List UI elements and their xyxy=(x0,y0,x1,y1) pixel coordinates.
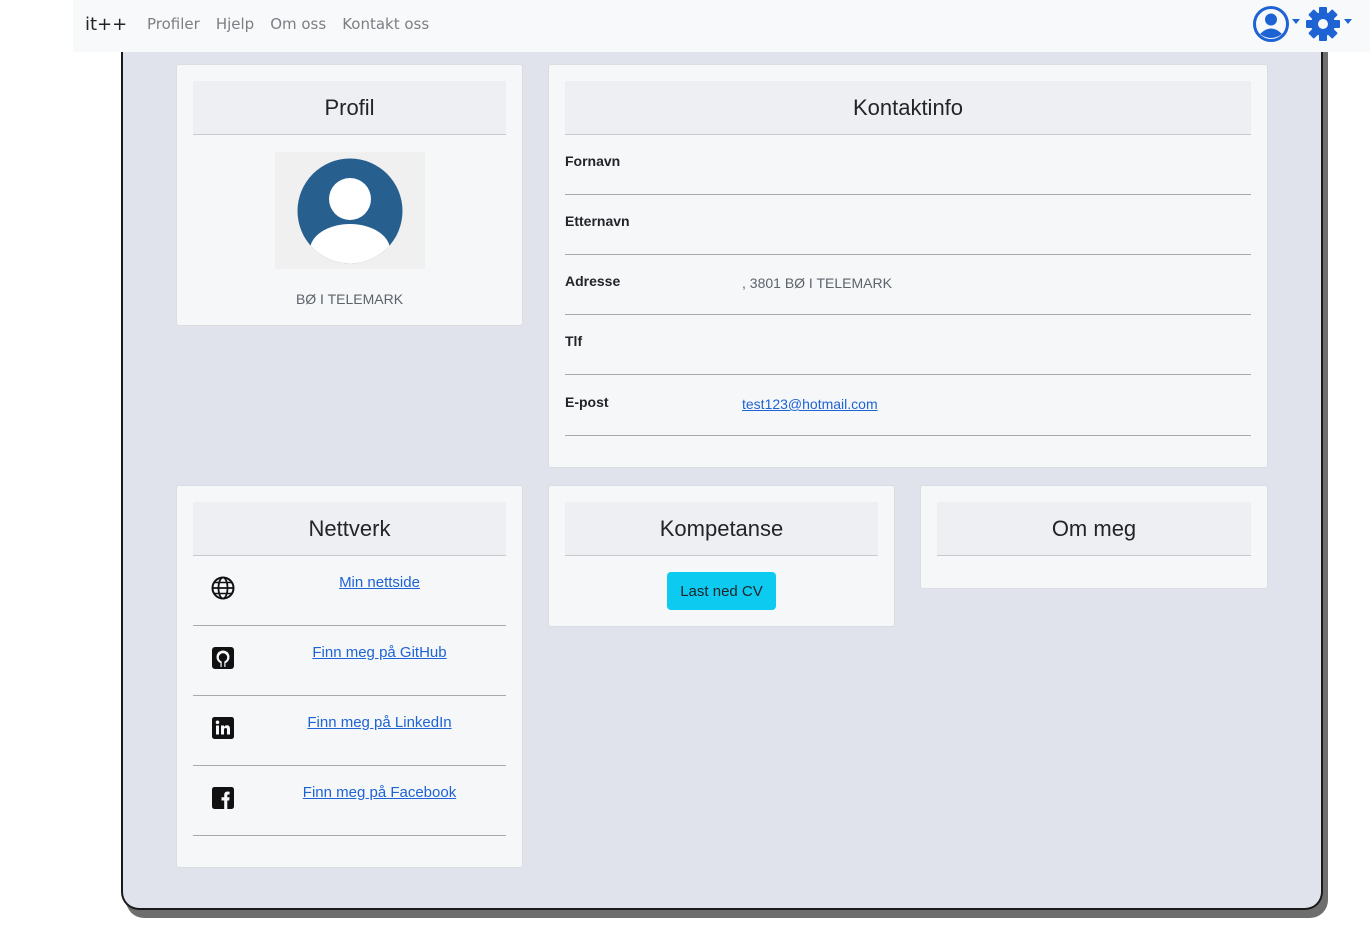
kompetanse-card: Kompetanse Last ned CV xyxy=(548,485,895,627)
nav-link-hjelp[interactable]: Hjelp xyxy=(216,15,254,33)
contact-label: Adresse xyxy=(565,273,621,289)
contact-value: , 3801 BØ I TELEMARK xyxy=(742,275,892,291)
kompetanse-title: Kompetanse xyxy=(659,515,784,541)
top-navbar: it++ Profiler Hjelp Om oss Kontakt oss xyxy=(73,0,1370,52)
download-cv-button[interactable]: Last ned CV xyxy=(667,572,776,610)
contact-label: E-post xyxy=(565,394,609,410)
nav-link-kontakt-oss[interactable]: Kontakt oss xyxy=(342,15,429,33)
chevron-down-icon xyxy=(1344,18,1352,24)
linkedin-link[interactable]: Finn meg på LinkedIn xyxy=(253,714,506,731)
kontaktinfo-title: Kontaktinfo xyxy=(852,94,964,120)
nav-link-om-oss[interactable]: Om oss xyxy=(270,15,326,33)
gear-icon xyxy=(1306,7,1340,41)
website-link[interactable]: Min nettside xyxy=(253,574,506,591)
nettverk-card: Nettverk Min nettside Finn meg på GitHub xyxy=(176,485,523,868)
om-meg-card: Om meg xyxy=(920,485,1268,589)
github-icon xyxy=(212,647,234,669)
network-row-linkedin: Finn meg på LinkedIn xyxy=(193,696,506,766)
om-meg-title: Om meg xyxy=(1051,515,1137,541)
contact-row-fornavn: Fornavn xyxy=(565,135,1251,195)
nav-icons xyxy=(1252,5,1356,43)
contact-row-tlf: Tlf xyxy=(565,315,1251,375)
chevron-down-icon xyxy=(1292,18,1300,24)
profile-location: BØ I TELEMARK xyxy=(295,291,404,307)
avatar-placeholder-icon xyxy=(297,158,403,263)
main-content-frame: Profil BØ I TELEMARK Kontaktinfo Fornavn… xyxy=(121,20,1323,910)
contact-row-etternavn: Etternavn xyxy=(565,195,1251,255)
facebook-icon xyxy=(212,787,234,809)
linkedin-icon xyxy=(212,717,234,739)
profil-card: Profil BØ I TELEMARK xyxy=(176,64,523,326)
contact-label: Tlf xyxy=(565,333,583,349)
nav-link-profiler[interactable]: Profiler xyxy=(147,15,200,33)
contact-row-epost: E-post test123@hotmail.com xyxy=(565,376,1251,436)
avatar xyxy=(275,152,425,269)
kontaktinfo-card: Kontaktinfo Fornavn Etternavn Adresse , … xyxy=(548,64,1268,468)
facebook-link[interactable]: Finn meg på Facebook xyxy=(253,784,506,801)
brand-logo[interactable]: it++ xyxy=(85,14,127,35)
email-link[interactable]: test123@hotmail.com xyxy=(742,396,878,412)
network-row-website: Min nettside xyxy=(193,556,506,626)
nettverk-card-header: Nettverk xyxy=(193,502,506,556)
network-row-facebook: Finn meg på Facebook xyxy=(193,766,506,836)
nettverk-title: Nettverk xyxy=(308,515,391,541)
network-row-github: Finn meg på GitHub xyxy=(193,626,506,696)
kompetanse-card-header: Kompetanse xyxy=(565,502,878,556)
contact-row-adresse: Adresse , 3801 BØ I TELEMARK xyxy=(565,255,1251,315)
github-link[interactable]: Finn meg på GitHub xyxy=(253,644,506,661)
kontaktinfo-card-header: Kontaktinfo xyxy=(565,81,1251,135)
nav-links: Profiler Hjelp Om oss Kontakt oss xyxy=(147,15,445,33)
settings-menu-toggle[interactable] xyxy=(1304,5,1356,43)
contact-label: Etternavn xyxy=(565,213,630,229)
profil-title: Profil xyxy=(324,94,375,120)
om-meg-card-header: Om meg xyxy=(937,502,1251,556)
user-menu-toggle[interactable] xyxy=(1252,5,1304,43)
profil-card-header: Profil xyxy=(193,81,506,135)
user-circle-icon xyxy=(1253,6,1289,42)
contact-label: Fornavn xyxy=(565,153,621,169)
globe-icon xyxy=(211,576,235,600)
